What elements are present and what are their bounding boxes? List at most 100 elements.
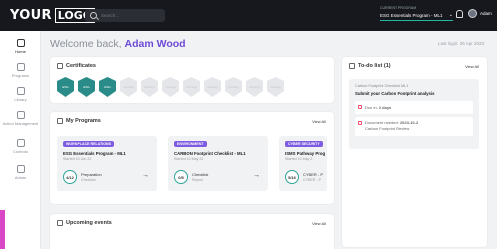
- welcome-user-name: Adam Wood: [124, 38, 186, 50]
- sidebar-item-label: Programs: [11, 73, 30, 78]
- todo-icon: [349, 63, 355, 69]
- program-step-sub: Checklist: [81, 178, 96, 182]
- events-view-all-link[interactable]: View All: [312, 221, 326, 226]
- sidebar-item-label: Action Management: [2, 121, 39, 126]
- sidebar-accent: [0, 210, 5, 249]
- sidebar-item-label: Home: [15, 49, 26, 54]
- bell-icon[interactable]: [456, 10, 463, 18]
- logo-text-your: YOUR: [10, 8, 52, 23]
- avatar: [468, 9, 477, 18]
- action-icon: [16, 111, 25, 119]
- program-category-badge: CYBER SECURITY: [285, 141, 323, 147]
- events-card: Upcoming events View All: [50, 214, 334, 249]
- sidebar-item-library[interactable]: Library: [0, 87, 41, 102]
- todo-view-all-link[interactable]: View All: [465, 64, 479, 69]
- certificate-label: ESG: [83, 85, 90, 89]
- admin-icon: [16, 165, 25, 173]
- certificate-shield[interactable]: ESG: [78, 77, 95, 97]
- program-selector[interactable]: CURRENT PROGRAM ESG Essentials Program -…: [380, 6, 453, 21]
- todo-due: Due in: 2 days: [355, 101, 473, 114]
- program-card[interactable]: CYBER SECURITY ISMS Pathway Prog Started…: [279, 136, 327, 191]
- document-icon: [358, 121, 362, 125]
- certificate-shield[interactable]: Coming: [141, 77, 158, 97]
- calendar-icon: [57, 220, 63, 226]
- certificate-shield[interactable]: Coming: [267, 77, 284, 97]
- certificate-label: ESG: [62, 85, 69, 89]
- welcome-heading: Welcome back, Adam Wood: [50, 38, 186, 50]
- todo-due-value: 2 days: [378, 105, 392, 110]
- programs-icon: [16, 63, 25, 71]
- program-title: ESG Essentials Program - ML1: [63, 151, 126, 156]
- program-progress-circle: 5/16: [285, 170, 299, 184]
- program-step: Checklist: [192, 172, 209, 177]
- todo-item[interactable]: Carbon Footprint Checklist ML1 Submit yo…: [349, 79, 479, 149]
- program-card[interactable]: ENVIRONMENT CARBON Footprint Checklist -…: [168, 136, 268, 191]
- home-icon: [16, 39, 25, 47]
- sidebar: Home Programs Library Action Management …: [0, 31, 41, 249]
- program-progress-circle: 0/5: [174, 170, 188, 184]
- program-category-badge: ENVIRONMENT: [174, 141, 207, 147]
- sidebar-item-label: Controls: [13, 149, 28, 154]
- program-selector-value: ESG Essentials Program - ML1: [380, 12, 443, 18]
- arrow-right-icon[interactable]: →: [142, 172, 149, 179]
- search-input[interactable]: [101, 13, 161, 18]
- program-title: ISMS Pathway Prog: [285, 151, 326, 156]
- welcome-greeting: Welcome back,: [50, 38, 122, 50]
- programs-title: My Programs: [57, 118, 101, 124]
- sidebar-item-label: Library: [14, 97, 27, 102]
- todo-doc-label: Document needed:: [365, 120, 399, 125]
- certificate-shield[interactable]: ESG: [57, 77, 74, 97]
- program-category-badge: WORKPLACE RELATIONS: [63, 141, 115, 147]
- arrow-right-icon[interactable]: →: [253, 172, 260, 179]
- certificate-label: Coming: [249, 85, 260, 89]
- programs-view-all-link[interactable]: View All: [312, 119, 326, 124]
- library-icon: [16, 87, 25, 95]
- events-title: Upcoming events: [57, 220, 112, 226]
- certificate-label: Coming: [186, 85, 197, 89]
- certificate-shield[interactable]: Coming: [246, 77, 263, 97]
- certificates-card: Certificates ESG ESG ESG Coming Coming Coming…: [50, 57, 334, 103]
- program-title: CARBON Footprint Checklist - ML1: [174, 151, 246, 156]
- certificate-shield[interactable]: Coming: [204, 77, 221, 97]
- certificate-shield[interactable]: ESG: [99, 77, 116, 97]
- certificate-label: Coming: [270, 85, 281, 89]
- controls-icon: [16, 139, 25, 147]
- sidebar-item-label: Admin: [14, 175, 27, 180]
- top-bar: YOUR LOGO CURRENT PROGRAM ESG Essentials…: [0, 0, 497, 31]
- todo-document: Document needed: 2023-10-2 Carbon Footpr…: [355, 117, 473, 136]
- user-name: Adam: [480, 11, 492, 16]
- todo-item-program: Carbon Footprint Checklist ML1: [355, 84, 409, 88]
- program-start-date: Started 10 May 22: [174, 157, 204, 161]
- program-progress-circle: 4/12: [63, 170, 77, 184]
- user-menu[interactable]: Adam: [468, 9, 492, 18]
- program-step: CYBER - P: [303, 172, 324, 177]
- program-step-sub: CYBER - P: [303, 178, 321, 182]
- program-start-date: Started 10 Jun 22: [63, 157, 92, 161]
- program-step: Preparation: [81, 172, 102, 177]
- sidebar-item-action-management[interactable]: Action Management: [0, 111, 41, 126]
- chevron-down-icon: ⌄: [448, 12, 453, 18]
- certificates-list: ESG ESG ESG Coming Coming Coming Coming Coming C…: [57, 77, 284, 97]
- program-start-date: Started 10 May 2: [285, 157, 313, 161]
- todo-item-task: Submit your Carbon Footprint analysis: [355, 91, 435, 96]
- calendar-icon: [358, 105, 362, 109]
- certificate-shield[interactable]: Coming: [183, 77, 200, 97]
- sidebar-item-admin[interactable]: Admin: [0, 165, 41, 180]
- todo-doc-sub: Carbon Footprint Review: [365, 126, 410, 131]
- sidebar-item-programs[interactable]: Programs: [0, 63, 41, 78]
- certificate-label: ESG: [104, 85, 111, 89]
- certificate-label: Coming: [144, 85, 155, 89]
- todo-title: To-do list (1): [349, 63, 391, 69]
- certificate-label: Coming: [228, 85, 239, 89]
- certificate-shield[interactable]: Coming: [225, 77, 242, 97]
- certificate-shield[interactable]: Coming: [120, 77, 137, 97]
- certificate-shield[interactable]: Coming: [162, 77, 179, 97]
- program-selector-label: CURRENT PROGRAM: [380, 6, 417, 10]
- search-bar[interactable]: [85, 9, 165, 22]
- todo-card: To-do list (1) View All Carbon Footprint…: [342, 57, 487, 247]
- logo[interactable]: YOUR LOGO: [10, 7, 96, 24]
- sidebar-item-controls[interactable]: Controls: [0, 139, 41, 154]
- program-card[interactable]: WORKPLACE RELATIONS ESG Essentials Progr…: [57, 136, 157, 191]
- certificate-icon: [57, 63, 63, 69]
- sidebar-item-home[interactable]: Home: [0, 39, 41, 54]
